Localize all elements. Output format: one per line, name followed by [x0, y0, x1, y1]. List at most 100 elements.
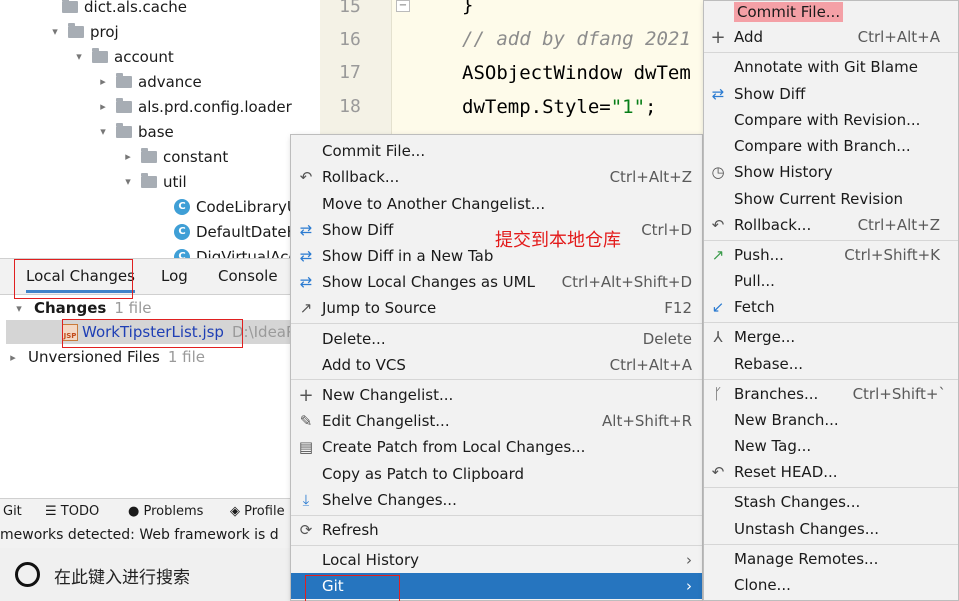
rollback-icon: ↶ — [711, 216, 725, 234]
git-item-stash[interactable]: Stash Changes... — [704, 489, 958, 515]
push-icon: ↗ — [711, 246, 725, 264]
folder-icon — [68, 22, 84, 38]
menu-item-delete[interactable]: Delete... Delete — [291, 326, 702, 352]
menu-separator — [291, 545, 702, 546]
git-item-current-revision[interactable]: Show Current Revision — [704, 186, 958, 212]
class-icon: C — [174, 248, 190, 258]
menu-item-commit-file[interactable]: Commit File... — [291, 138, 702, 164]
git-item-fetch[interactable]: ↙ Fetch — [704, 294, 958, 320]
editor-gutter: 15 16 17 18 — [320, 0, 392, 140]
chevron-right-icon[interactable]: ▸ — [96, 75, 110, 88]
tree-item-label: als.prd.config.loader — [138, 97, 292, 116]
tree-item-constant[interactable]: ▸ constant — [121, 144, 228, 169]
folder-icon — [141, 172, 157, 188]
git-item-manage-remotes[interactable]: Manage Remotes... — [704, 546, 958, 572]
tree-item-label: util — [163, 172, 187, 191]
git-item-reset-head[interactable]: ↶ Reset HEAD... — [704, 459, 958, 485]
menu-separator — [704, 379, 958, 380]
tree-item-digvirtualacc[interactable]: C DigVirtualAcc — [174, 244, 297, 258]
class-icon: C — [174, 198, 190, 215]
problems-label: Problems — [143, 504, 204, 519]
tree-item-dict-als-cache[interactable]: dict.als.cache — [56, 0, 187, 19]
menu-item-edit-changelist[interactable]: ✎ Edit Changelist... Alt+Shift+R — [291, 408, 702, 434]
tree-item-label: proj — [90, 22, 119, 41]
tab-console[interactable]: Console — [218, 267, 278, 285]
git-item-show-history[interactable]: ◷ Show History — [704, 159, 958, 185]
problems-tool-button[interactable]: ● Problems — [128, 504, 203, 519]
chevron-down-icon[interactable]: ▾ — [12, 302, 26, 315]
menu-item-local-history[interactable]: Local History › — [291, 547, 702, 573]
git-item-branches[interactable]: ᚴ Branches... Ctrl+Shift+` — [704, 381, 958, 407]
folder-icon — [116, 122, 132, 138]
menu-item-show-uml[interactable]: ⇄ Show Local Changes as UML Ctrl+Alt+Shi… — [291, 269, 702, 295]
menu-separator — [291, 515, 702, 516]
git-tool-button[interactable]: Git — [3, 504, 22, 519]
git-item-unstash[interactable]: Unstash Changes... — [704, 516, 958, 542]
git-item-new-tag[interactable]: New Tag... — [704, 433, 958, 459]
git-submenu: Commit File... + Add Ctrl+Alt+A Annotate… — [703, 0, 959, 601]
profiler-icon: ◈ — [230, 504, 245, 519]
tree-item-base[interactable]: ▾ base — [96, 119, 174, 144]
git-item-pull[interactable]: Pull... — [704, 268, 958, 294]
refresh-icon: ⟳ — [299, 521, 313, 539]
highlight-box — [305, 575, 400, 601]
git-item-compare-branch[interactable]: Compare with Branch... — [704, 133, 958, 159]
branch-icon: ᚴ — [713, 385, 723, 403]
chevron-down-icon[interactable]: ▾ — [96, 125, 110, 138]
class-icon: C — [174, 223, 190, 240]
fold-icon[interactable]: − — [396, 0, 410, 12]
profiler-label: Profile — [244, 504, 285, 519]
code-editor[interactable]: 15 16 17 18 − } // add by dfang 2021 ASO… — [320, 0, 720, 140]
git-item-rollback[interactable]: ↶ Rollback... Ctrl+Alt+Z — [704, 212, 958, 238]
git-item-annotate[interactable]: Annotate with Git Blame — [704, 54, 958, 80]
folder-icon — [141, 147, 157, 163]
chevron-down-icon[interactable]: ▾ — [121, 175, 135, 188]
project-tree: dict.als.cache ▾ proj ▾ account ▸ advanc… — [0, 0, 320, 258]
tree-item-als-prd-config-loader[interactable]: ▸ als.prd.config.loader — [96, 94, 292, 119]
tree-item-label: advance — [138, 72, 202, 91]
tree-item-account[interactable]: ▾ account — [72, 44, 174, 69]
menu-item-create-patch[interactable]: ▤ Create Patch from Local Changes... — [291, 434, 702, 460]
annotation-label: 提交到本地仓库 — [495, 230, 621, 251]
git-item-compare-revision[interactable]: Compare with Revision... — [704, 107, 958, 133]
chevron-down-icon[interactable]: ▾ — [72, 50, 86, 63]
profiler-tool-button[interactable]: ◈ Profile — [230, 504, 285, 519]
plus-icon: + — [710, 26, 726, 48]
menu-item-jump-to-source[interactable]: ↗ Jump to Source F12 — [291, 295, 702, 321]
chevron-right-icon[interactable]: ▸ — [6, 351, 20, 364]
changelist-row[interactable]: ▾ Changes 1 file — [12, 296, 151, 320]
folder-icon — [116, 97, 132, 113]
git-item-commit-file[interactable]: Commit File... — [704, 0, 958, 25]
tree-item-advance[interactable]: ▸ advance — [96, 69, 202, 94]
todo-tool-button[interactable]: ☰ TODO — [45, 504, 99, 519]
chevron-right-icon[interactable]: ▸ — [96, 100, 110, 113]
git-item-rebase[interactable]: Rebase... — [704, 351, 958, 377]
tree-item-proj[interactable]: ▾ proj — [48, 19, 119, 44]
menu-item-refresh[interactable]: ⟳ Refresh — [291, 517, 702, 543]
git-item-show-diff[interactable]: ⇄ Show Diff — [704, 81, 958, 107]
git-item-merge[interactable]: ⅄ Merge... — [704, 324, 958, 350]
menu-item-move-changelist[interactable]: Move to Another Changelist... — [291, 191, 702, 217]
git-item-push[interactable]: ↗ Push... Ctrl+Shift+K — [704, 242, 958, 268]
taskbar-search[interactable]: 在此键入进行搜索 — [0, 548, 300, 601]
chevron-down-icon[interactable]: ▾ — [48, 25, 62, 38]
tree-item-codelibraryu[interactable]: C CodeLibraryU — [174, 194, 298, 219]
changes-tool-window: Local Changes Log Console ▾ Changes 1 fi… — [0, 258, 300, 498]
menu-separator — [291, 379, 702, 380]
tree-item-defaultdateh[interactable]: C DefaultDateH — [174, 219, 298, 244]
menu-item-add-to-vcs[interactable]: Add to VCS Ctrl+Alt+A — [291, 352, 702, 378]
merge-icon: ⅄ — [713, 328, 723, 346]
menu-item-new-changelist[interactable]: + New Changelist... — [291, 382, 702, 408]
chevron-right-icon[interactable]: ▸ — [121, 150, 135, 163]
status-bar-message[interactable]: meworks detected: Web framework is d — [0, 524, 300, 548]
uml-icon: ⇄ — [299, 273, 313, 291]
menu-item-copy-patch[interactable]: Copy as Patch to Clipboard — [291, 461, 702, 487]
tab-log[interactable]: Log — [161, 267, 188, 285]
unversioned-row[interactable]: ▸ Unversioned Files 1 file — [6, 345, 205, 369]
git-item-new-branch[interactable]: New Branch... — [704, 407, 958, 433]
git-item-clone[interactable]: Clone... — [704, 572, 958, 598]
git-item-add[interactable]: + Add Ctrl+Alt+A — [704, 24, 958, 50]
tree-item-util[interactable]: ▾ util — [121, 169, 187, 194]
menu-item-rollback[interactable]: ↶ Rollback... Ctrl+Alt+Z — [291, 164, 702, 190]
menu-item-shelve-changes[interactable]: ⤓ Shelve Changes... — [291, 487, 702, 513]
